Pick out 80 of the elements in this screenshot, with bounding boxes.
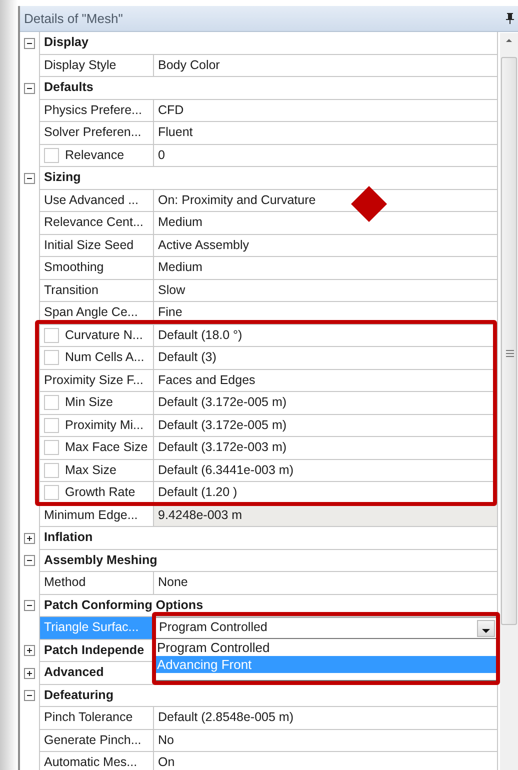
property-label: Physics Prefere... xyxy=(44,102,142,119)
property-value: Default (3) xyxy=(158,349,216,366)
scrollbar-thumb[interactable] xyxy=(501,57,517,625)
group-header[interactable]: Inflation xyxy=(44,528,93,548)
property-value: On: Proximity and Curvature xyxy=(158,192,316,209)
property-value: Default (18.0 °) xyxy=(158,326,242,344)
property-value: No xyxy=(158,732,174,749)
property-value: 0 xyxy=(158,146,165,164)
collapse-icon[interactable] xyxy=(24,600,35,612)
property-label: Num Cells A... xyxy=(65,349,144,366)
property-label: Relevance xyxy=(65,146,124,164)
group-header[interactable]: Defeaturing xyxy=(44,686,114,705)
checkbox[interactable] xyxy=(44,328,59,343)
property-label: Min Size xyxy=(65,394,113,412)
checkbox[interactable] xyxy=(44,485,59,500)
group-header[interactable]: Patch Independe xyxy=(44,640,144,660)
expand-icon[interactable] xyxy=(24,645,35,656)
panel-title: Details of "Mesh" xyxy=(24,10,123,28)
property-label: Smoothing xyxy=(44,259,104,276)
property-value: 9.4248e-003 m xyxy=(158,506,242,524)
property-value: Medium xyxy=(158,214,202,232)
property-value: Body Color xyxy=(158,56,220,74)
property-label: Growth Rate xyxy=(65,484,136,502)
property-value: Active Assembly xyxy=(158,236,250,254)
collapse-icon[interactable] xyxy=(24,690,35,702)
property-value: Default (3.172e-005 m) xyxy=(158,416,287,434)
checkbox[interactable] xyxy=(44,440,59,456)
property-label: Initial Size Seed xyxy=(44,236,134,254)
property-label: Relevance Cent... xyxy=(44,214,144,232)
property-label: Minimum Edge... xyxy=(44,506,138,524)
checkbox[interactable] xyxy=(44,350,59,366)
property-label: Use Advanced ... xyxy=(44,192,139,209)
group-header[interactable]: Advanced xyxy=(44,663,104,682)
property-label: Max Size xyxy=(65,462,116,479)
property-value: CFD xyxy=(158,102,184,119)
property-value: Default (6.3441e-003 m) xyxy=(158,462,294,479)
property-label: Method xyxy=(44,574,86,592)
property-value: Default (1.20 ) xyxy=(158,484,238,502)
property-label: Solver Preferen... xyxy=(44,124,142,142)
property-label: Pinch Tolerance xyxy=(44,709,133,726)
property-value: Medium xyxy=(158,259,202,276)
checkbox[interactable] xyxy=(44,395,59,410)
group-header[interactable]: Defaults xyxy=(44,78,94,98)
property-label: Transition xyxy=(44,282,98,299)
property-label: Proximity Size F... xyxy=(44,372,144,389)
property-label: Triangle Surfac... xyxy=(44,619,139,636)
property-value: Slow xyxy=(158,282,186,299)
property-label: Automatic Mes... xyxy=(44,754,138,770)
property-value: Fluent xyxy=(158,124,193,142)
property-label: Curvature N... xyxy=(65,326,143,344)
collapse-icon[interactable] xyxy=(24,82,35,94)
collapse-icon[interactable] xyxy=(24,555,35,566)
expand-icon[interactable] xyxy=(24,668,35,679)
collapse-icon[interactable] xyxy=(24,172,35,184)
group-header[interactable]: Sizing xyxy=(44,168,81,188)
diamond-marker xyxy=(351,186,387,222)
dropdown-option[interactable]: Program Controlled xyxy=(154,639,497,656)
dropdown-button[interactable] xyxy=(477,620,495,637)
grip-icon xyxy=(506,350,514,357)
checkbox[interactable] xyxy=(44,148,59,163)
property-value: Default (3.172e-003 m) xyxy=(158,439,287,456)
property-value: Default (2.8548e-005 m) xyxy=(158,709,294,726)
checkbox[interactable] xyxy=(44,418,59,433)
dropdown-field[interactable]: Program Controlled xyxy=(154,617,497,638)
property-label: Generate Pinch... xyxy=(44,732,142,749)
property-value: Fine xyxy=(158,304,182,322)
scrollbar[interactable] xyxy=(500,33,518,770)
property-label: Proximity Mi... xyxy=(65,416,144,434)
property-label: Span Angle Ce... xyxy=(44,304,138,322)
checkbox[interactable] xyxy=(44,462,59,478)
expand-icon[interactable] xyxy=(24,532,35,544)
group-header[interactable]: Display xyxy=(44,33,88,52)
collapse-icon[interactable] xyxy=(24,38,35,49)
pin-icon[interactable] xyxy=(506,13,514,24)
property-value: On xyxy=(158,754,175,770)
property-value: Default (3.172e-005 m) xyxy=(158,394,287,412)
property-label: Display Style xyxy=(44,56,116,74)
property-value: Faces and Edges xyxy=(158,372,256,389)
property-label: Max Face Size xyxy=(65,439,148,456)
property-value: None xyxy=(158,574,188,592)
